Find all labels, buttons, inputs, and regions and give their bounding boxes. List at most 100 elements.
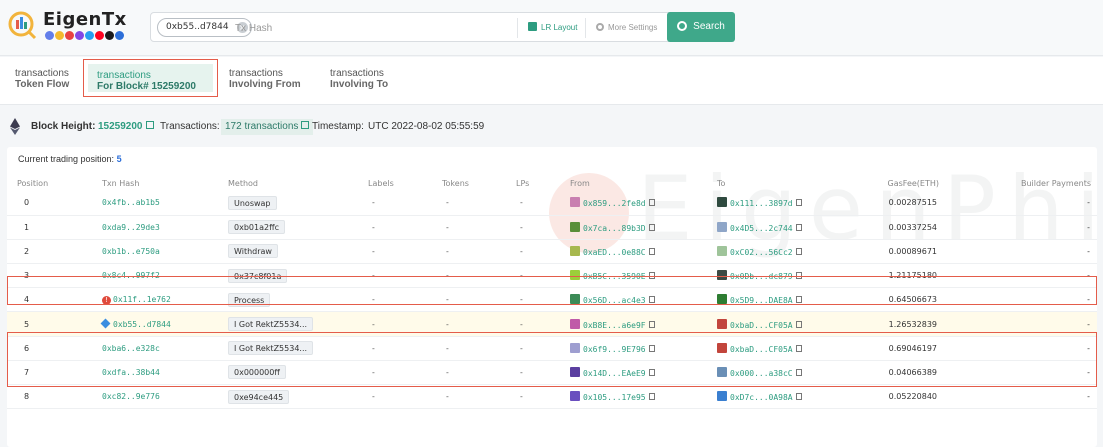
chain-icon[interactable] — [45, 31, 54, 40]
tab-for-block[interactable]: transactions For Block# 15259200 — [83, 59, 218, 97]
to-address-link[interactable]: 0x111...3897d — [730, 199, 793, 208]
tab-involving-to[interactable]: transactions Involving To — [330, 68, 388, 98]
copy-icon[interactable] — [648, 247, 655, 255]
table-row[interactable]: 8 0xc82..9e776 0xe94ce445- - -0x105...17e95 0… — [7, 384, 1097, 410]
table-row[interactable]: 4! 0x11f..1e762 Process - - -0x56D...ac4e3 0x5… — [7, 287, 1097, 313]
from-avatar — [570, 294, 580, 305]
eigentx-logo-icon[interactable] — [8, 10, 38, 40]
copy-icon[interactable] — [795, 393, 802, 401]
cell-position: 6 — [7, 336, 102, 361]
txn-hash-link[interactable]: 0xdfa..38b44 — [102, 368, 160, 377]
block-height-value[interactable]: 15259200 — [98, 112, 154, 142]
to-address-link[interactable]: 0xC02...56Cc2 — [730, 248, 793, 257]
cell-from: 0xaED...0e88C — [570, 239, 717, 265]
cell-gasfee: 0.00089671 — [867, 239, 997, 265]
copy-icon[interactable] — [795, 199, 802, 207]
chain-icon[interactable] — [115, 31, 124, 40]
cell-tokens: - — [442, 311, 516, 337]
copy-icon[interactable] — [795, 223, 802, 231]
current-position: Current trading position: 5 — [18, 154, 122, 164]
txn-hash-link[interactable]: 0xb1b..e750a — [102, 247, 160, 256]
transactions-label: Transactions: — [160, 121, 220, 132]
from-address-link[interactable]: 0x56D...ac4e3 — [583, 296, 646, 305]
chain-icon[interactable] — [65, 31, 74, 40]
copy-icon[interactable] — [648, 393, 655, 401]
to-address-link[interactable]: 0x5D9...DAE8A — [730, 296, 793, 305]
table-row[interactable]: 1 0xda9..29de3 0xb01a2ffc - - -0x7ca...89b3D 0… — [7, 215, 1097, 240]
from-address-link[interactable]: 0x7ca...89b3D — [583, 224, 646, 233]
current-tx-icon — [100, 318, 111, 328]
cell-from: 0xB8E...a6e9F — [570, 311, 717, 337]
cell-labels: - — [368, 191, 442, 216]
app-title[interactable]: EigenTx — [43, 9, 127, 30]
cell-txn-hash[interactable]: 0xc82..9e776 — [102, 384, 228, 410]
txn-hash-link[interactable]: 0xba6..e328c — [102, 344, 160, 353]
copy-icon[interactable] — [648, 344, 655, 352]
lr-layout-toggle[interactable]: LR Layout — [517, 18, 577, 38]
copy-icon[interactable] — [795, 296, 802, 304]
copy-icon[interactable] — [648, 296, 655, 304]
table-row[interactable]: 5 0xb55..d7844 I Got RektZ5534... - - -0xB8E.… — [7, 311, 1097, 337]
copy-icon[interactable] — [648, 223, 655, 231]
from-address-link[interactable]: 0xB8E...a6e9F — [583, 321, 646, 330]
cell-txn-hash[interactable]: 0xba6..e328c — [102, 336, 228, 361]
copy-icon[interactable] — [648, 199, 655, 207]
to-address-link[interactable]: 0xbaD...CF05A — [730, 345, 793, 354]
chain-icon[interactable] — [105, 31, 114, 40]
txn-hash-link[interactable]: 0xda9..29de3 — [102, 223, 160, 232]
to-avatar — [717, 294, 727, 305]
to-address-link[interactable]: 0x4D5...2c744 — [730, 224, 793, 233]
to-address-link[interactable]: 0x000...a38cC — [730, 369, 793, 378]
copy-icon[interactable] — [795, 344, 802, 352]
cell-txn-hash[interactable]: 0x8c4..997f2 — [102, 263, 228, 289]
tab-involving-from[interactable]: transactions Involving From — [229, 68, 301, 98]
from-address-link[interactable]: 0x14D...EAeE9 — [583, 369, 646, 378]
cell-labels: - — [368, 239, 442, 265]
tab-token-flow[interactable]: transactions Token Flow — [15, 68, 69, 98]
table-row[interactable]: 2 0xb1b..e750a Withdraw - - -0xaED...0e88C 0xC… — [7, 239, 1097, 265]
copy-icon[interactable] — [795, 272, 802, 280]
txn-hash-link[interactable]: 0x8c4..997f2 — [102, 271, 160, 280]
from-address-link[interactable]: 0xB5C...3590E — [583, 272, 646, 281]
from-address-link[interactable]: 0x6f9...9E796 — [583, 345, 646, 354]
txn-hash-link[interactable]: 0x4fb..ab1b5 — [102, 198, 160, 207]
txn-hash-link[interactable]: 0xb55..d7844 — [113, 320, 171, 329]
chain-icon[interactable] — [55, 31, 64, 40]
chain-icon[interactable] — [75, 31, 84, 40]
more-settings-button[interactable]: More Settings — [585, 18, 657, 38]
cell-txn-hash[interactable]: 0x4fb..ab1b5 — [102, 191, 228, 216]
txn-hash-link[interactable]: 0xc82..9e776 — [102, 392, 160, 401]
table-row[interactable]: 6 0xba6..e328c I Got RektZ5534... - - -0x6f9.… — [7, 336, 1097, 361]
table-row[interactable]: 0 0x4fb..ab1b5 Unoswap - - -0x859...2fe8d 0x11… — [7, 191, 1097, 216]
copy-icon[interactable] — [795, 247, 802, 255]
search-button[interactable]: Search — [667, 12, 735, 42]
from-address-link[interactable]: 0xaED...0e88C — [583, 248, 646, 257]
col-method: Method — [228, 178, 259, 188]
cell-builder-payments: - — [997, 263, 1097, 289]
method-chip: Unoswap — [228, 195, 277, 210]
copy-icon[interactable] — [648, 320, 655, 328]
to-address-link[interactable]: 0xbaD...CF05A — [730, 321, 793, 330]
chain-icon[interactable] — [95, 31, 104, 40]
to-address-link[interactable]: 0x0Db...dc879 — [730, 272, 793, 281]
copy-icon[interactable] — [648, 272, 655, 280]
cell-txn-hash[interactable]: ! 0x11f..1e762 — [102, 287, 228, 313]
table-row[interactable]: 7 0xdfa..38b44 0x000000ff - - -0x14D...EAeE9 0… — [7, 360, 1097, 386]
cell-txn-hash[interactable]: 0xdfa..38b44 — [102, 360, 228, 386]
cell-txn-hash[interactable]: 0xda9..29de3 — [102, 215, 228, 240]
tab-line1: transactions — [229, 68, 283, 79]
chain-icon[interactable] — [85, 31, 94, 40]
table-row[interactable]: 3 0x8c4..997f2 0x37c8f01a - - -0xB5C...3590E 0… — [7, 263, 1097, 289]
copy-icon[interactable] — [795, 368, 802, 376]
cell-txn-hash[interactable]: 0xb55..d7844 — [100, 311, 228, 337]
to-address-link[interactable]: 0xD7c...0A98A — [730, 393, 793, 402]
transaction-count-badge[interactable]: 172 transactions — [221, 119, 314, 135]
search-input[interactable] — [235, 19, 505, 37]
cell-txn-hash[interactable]: 0xb1b..e750a — [102, 239, 228, 265]
from-address-link[interactable]: 0x859...2fe8d — [583, 199, 646, 208]
from-address-link[interactable]: 0x105...17e95 — [583, 393, 646, 402]
txn-hash-link[interactable]: 0x11f..1e762 — [113, 295, 171, 304]
copy-icon[interactable] — [795, 320, 802, 328]
method-chip: Process — [228, 292, 271, 307]
copy-icon[interactable] — [648, 368, 655, 376]
